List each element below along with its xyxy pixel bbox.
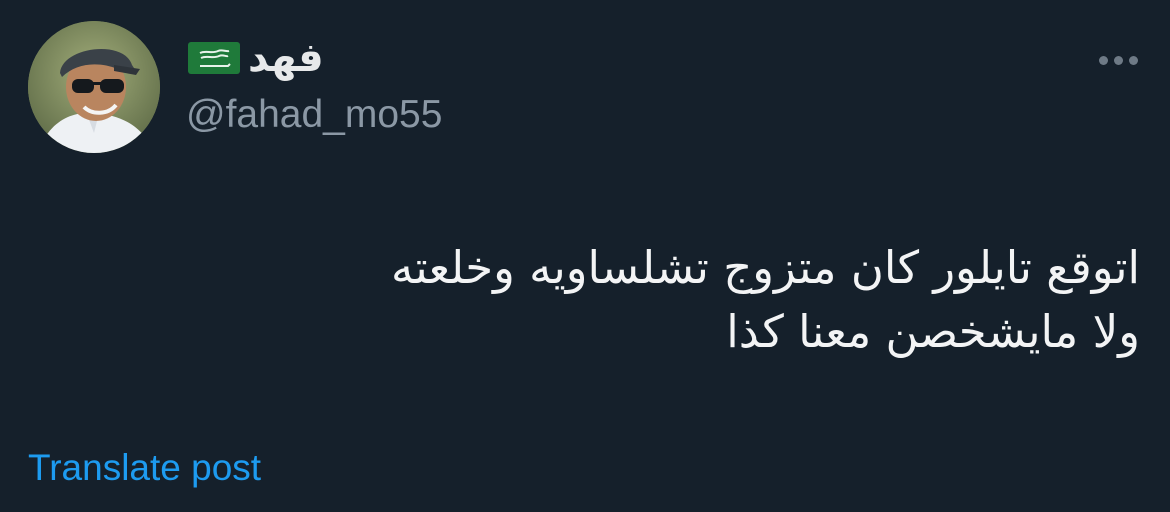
more-options-button[interactable] xyxy=(1090,46,1146,74)
tweet-text-line: اتوقع تايلور كان متزوج تشلساويه وخلعته xyxy=(390,241,1140,294)
more-options-icon-dot xyxy=(1128,55,1138,65)
saudi-arabia-flag-icon xyxy=(188,40,240,76)
avatar[interactable] xyxy=(28,21,160,153)
user-handle[interactable]: @fahad_mo55 xyxy=(186,92,442,138)
translate-post-link[interactable]: Translate post xyxy=(28,446,261,490)
tweet-text: اتوقع تايلور كان متزوج تشلساويه وخلعته و… xyxy=(40,236,1140,364)
avatar-photo-icon xyxy=(28,21,160,153)
more-options-icon-dot xyxy=(1113,55,1123,65)
tweet-card: فهد @fahad_mo55 اتوقع تايلور كان متزوج ت… xyxy=(0,0,1170,512)
display-name-row[interactable]: فهد xyxy=(188,36,324,80)
display-name: فهد xyxy=(248,35,324,81)
tweet-text-line: ولا مايشخصن معنا كذا xyxy=(726,305,1140,358)
more-options-icon xyxy=(1098,55,1108,65)
